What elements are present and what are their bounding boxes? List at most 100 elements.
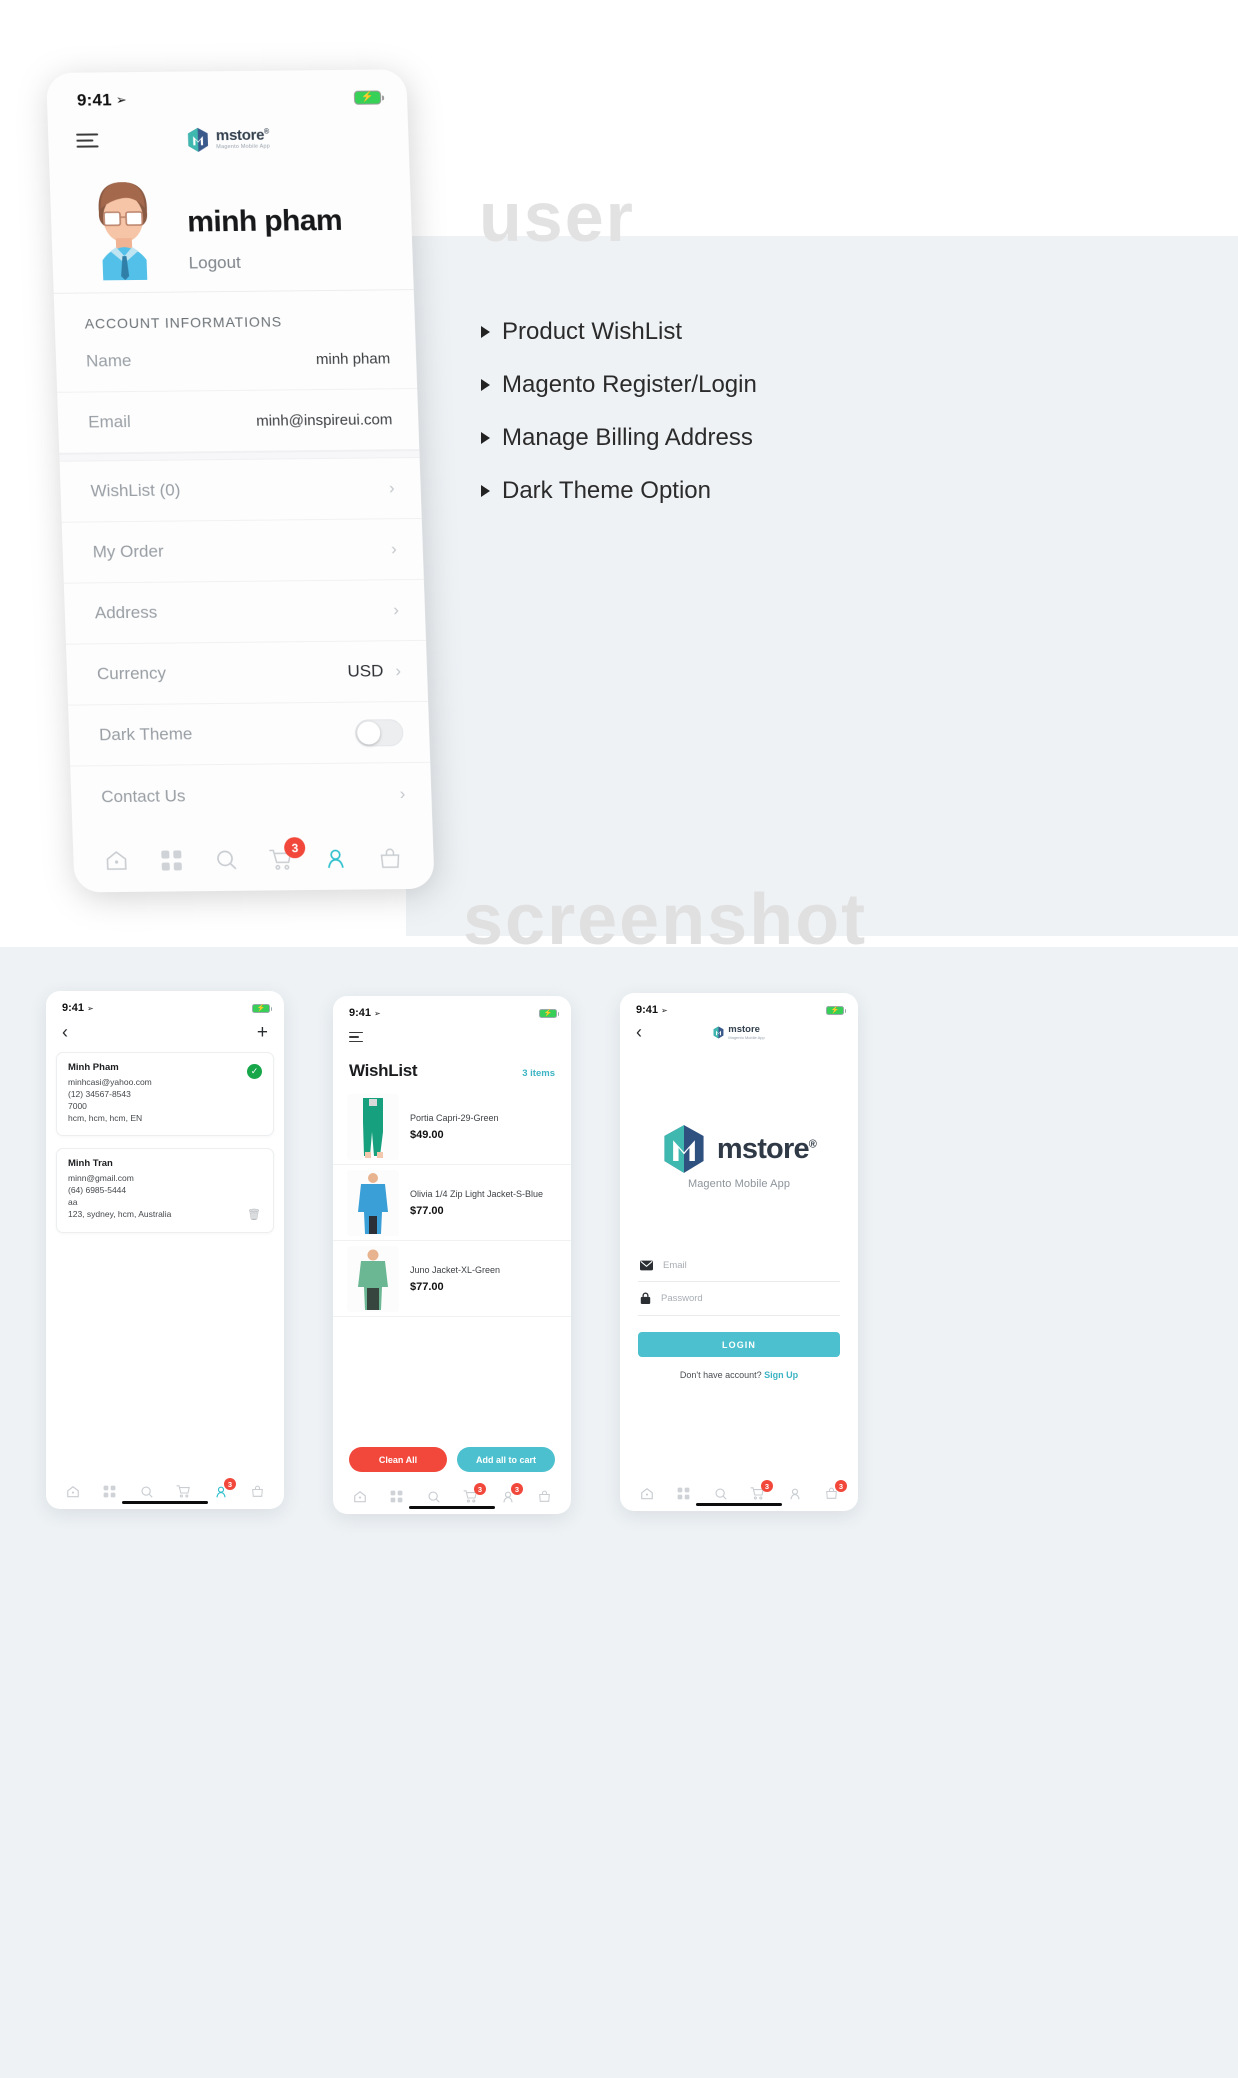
bag-icon[interactable]: 3	[824, 1480, 847, 1501]
brand-name: mstore	[215, 126, 265, 144]
signup-link[interactable]: Sign Up	[764, 1370, 798, 1380]
brand-registered: ®	[808, 1137, 817, 1150]
cart-icon[interactable]	[176, 1484, 191, 1499]
home-icon[interactable]	[352, 1489, 367, 1504]
home-icon[interactable]	[639, 1486, 654, 1501]
password-field[interactable]: Password	[638, 1282, 840, 1316]
wishlist-header: WishList 3 items	[333, 1051, 571, 1089]
status-bar: 9:41 ➢ ⚡	[46, 69, 408, 115]
wishlist-actions: Clean All Add all to cart	[333, 1447, 571, 1472]
app-bar: ‹ mstore Magento Mobile App	[620, 1018, 858, 1046]
mstore-hexagon-icon	[188, 127, 209, 152]
product-price: $49.00	[410, 1128, 444, 1141]
user-icon[interactable]: 3	[500, 1483, 523, 1504]
search-icon[interactable]	[426, 1489, 441, 1504]
address-phone: 9:41 ➢ ⚡ ‹ + Minh Pham minhcasi@yahoo.co…	[46, 991, 284, 1509]
cart-icon[interactable]: 3	[463, 1483, 486, 1504]
feature-item: Dark Theme Option	[481, 464, 901, 517]
bottom-tab-bar: 3	[72, 824, 434, 888]
back-icon[interactable]: ‹	[62, 1023, 68, 1041]
lock-icon	[640, 1292, 651, 1304]
address-zip: 7000	[68, 1101, 87, 1112]
brand-logo-small: mstore Magento Mobile App	[713, 1024, 765, 1040]
menu-row-currency[interactable]: Currency USD ›	[65, 640, 429, 706]
menu-icon[interactable]	[349, 1029, 363, 1046]
feature-label: Dark Theme Option	[502, 476, 711, 504]
home-icon[interactable]	[65, 1484, 80, 1499]
product-thumbnail	[347, 1093, 399, 1160]
app-bar: mstore® Magento Mobile App	[47, 111, 409, 163]
search-icon[interactable]	[713, 1486, 728, 1501]
wishlist-item[interactable]: Portia Capri-29-Green $49.00	[333, 1089, 571, 1165]
search-icon[interactable]	[139, 1484, 154, 1499]
bullet-triangle-icon	[481, 431, 490, 444]
menu-row-dark-theme[interactable]: Dark Theme	[68, 701, 431, 767]
cart-icon[interactable]: 3	[750, 1480, 773, 1501]
brand-name: mstore	[728, 1024, 760, 1035]
wishlist-item[interactable]: Juno Jacket-XL-Green $77.00	[333, 1241, 571, 1317]
location-arrow-icon: ➢	[661, 1005, 668, 1015]
home-icon[interactable]	[103, 848, 130, 874]
chevron-right-icon: ›	[390, 539, 398, 559]
user-icon[interactable]	[322, 846, 349, 872]
menu-row-address[interactable]: Address ›	[63, 579, 427, 645]
address-name: Minh Pham	[68, 1062, 119, 1073]
bag-icon[interactable]	[250, 1484, 265, 1499]
info-value: minh pham	[315, 349, 391, 368]
grid-icon[interactable]	[676, 1486, 691, 1501]
signup-text: Don't have account?	[679, 1370, 762, 1380]
status-time: 9:41	[76, 90, 113, 110]
profile-name: minh pham	[186, 203, 343, 239]
address-card[interactable]: Minh Pham minhcasi@yahoo.com (12) 34567-…	[56, 1052, 274, 1137]
cart-icon[interactable]: 3	[267, 837, 306, 872]
bullet-triangle-icon	[481, 378, 490, 391]
logout-link[interactable]: Logout	[188, 252, 343, 274]
feature-item: Magento Register/Login	[481, 358, 901, 411]
menu-row-contact-us[interactable]: Contact Us ›	[70, 763, 432, 828]
feature-item: Manage Billing Address	[481, 411, 901, 464]
brand-registered: ®	[263, 128, 270, 136]
add-address-icon[interactable]: +	[257, 1023, 268, 1042]
battery-icon: ⚡	[826, 1005, 846, 1015]
add-all-to-cart-button[interactable]: Add all to cart	[457, 1447, 555, 1472]
menu-label: Contact Us	[100, 785, 186, 806]
search-icon[interactable]	[213, 847, 240, 873]
login-phone: 9:41 ➢ ⚡ ‹ mstore Magento Mobile App mst…	[620, 993, 858, 1511]
cart-badge: 3	[284, 837, 306, 859]
location-arrow-icon: ➢	[87, 1003, 94, 1013]
hero-phone: 9:41 ➢ ⚡ mstore® Magento Mobile App minh…	[46, 69, 435, 893]
feature-list: Product WishList Magento Register/Login …	[481, 305, 901, 517]
location-arrow-icon: ➢	[115, 92, 127, 108]
login-button[interactable]: LOGIN	[638, 1332, 840, 1357]
menu-icon[interactable]	[76, 129, 99, 151]
bag-icon[interactable]	[377, 845, 404, 871]
address-phone-number: (64) 6985-5444	[68, 1185, 127, 1196]
login-brand-name: mstore	[716, 1132, 810, 1165]
mstore-hexagon-icon	[664, 1125, 704, 1173]
grid-icon[interactable]	[102, 1484, 117, 1499]
menu-label: Currency	[96, 663, 167, 684]
chevron-right-icon: ›	[388, 478, 396, 498]
feature-label: Magento Register/Login	[502, 370, 757, 398]
menu-row-wishlist[interactable]: WishList (0) ›	[59, 457, 422, 523]
delete-icon[interactable]: 🗑	[247, 1208, 261, 1221]
default-check-icon: ✓	[247, 1064, 262, 1079]
bag-icon[interactable]	[537, 1489, 552, 1504]
grid-icon[interactable]	[389, 1489, 404, 1504]
wishlist-item[interactable]: Olivia 1/4 Zip Light Jacket-S-Blue $77.0…	[333, 1165, 571, 1241]
clean-all-button[interactable]: Clean All	[349, 1447, 447, 1472]
signup-prompt: Don't have account? Sign Up	[620, 1370, 858, 1380]
address-zip: aa	[68, 1197, 78, 1208]
back-icon[interactable]: ‹	[636, 1023, 642, 1041]
section-title-account: ACCOUNT INFORMATIONS	[84, 313, 283, 332]
email-field[interactable]: Email	[638, 1250, 840, 1282]
user-icon[interactable]	[787, 1486, 802, 1501]
grid-icon[interactable]	[158, 847, 185, 873]
user-icon[interactable]: 3	[213, 1478, 236, 1499]
battery-icon: ⚡	[539, 1008, 559, 1018]
dark-theme-toggle[interactable]	[354, 718, 404, 747]
status-bar: 9:41 ➢ ⚡	[620, 993, 858, 1018]
address-card[interactable]: Minh Tran minn@gmail.com (64) 6985-5444 …	[56, 1148, 274, 1233]
menu-row-my-order[interactable]: My Order ›	[61, 518, 424, 584]
brand-tagline: Magento Mobile App	[216, 143, 271, 150]
